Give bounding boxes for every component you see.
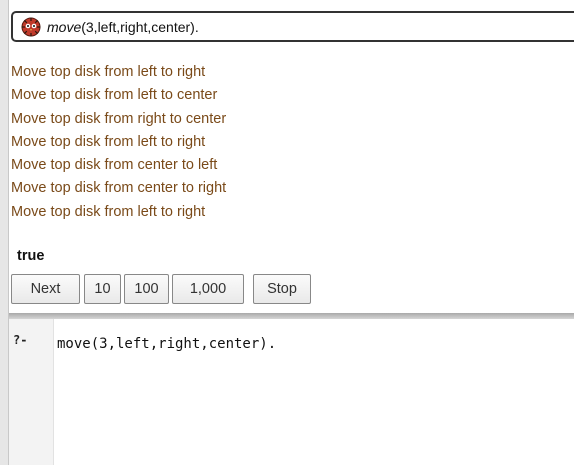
answer-line: Move top disk from left to right	[11, 203, 206, 220]
swish-runner: move(3,left,right,center). Move top disk…	[0, 0, 574, 465]
solution-controls: Next 10 100 1,000 Stop	[11, 274, 311, 304]
next-100-button[interactable]: 100	[124, 274, 169, 304]
result-true: true	[17, 248, 45, 264]
answer-line: Move top disk from left to right	[11, 64, 206, 80]
query-header[interactable]: move(3,left,right,center).	[11, 11, 574, 42]
next-10-button[interactable]: 10	[84, 274, 121, 304]
answer-line: Move top disk from center to left	[11, 157, 218, 174]
query-text: move(3,left,right,center).	[47, 19, 199, 35]
answer-line: Move top disk from left to center	[11, 87, 218, 104]
answer-list: Move top disk from left to right Move to…	[11, 61, 226, 224]
stop-button[interactable]: Stop	[253, 274, 311, 304]
answer-line: Move top disk from left to right	[11, 133, 206, 150]
next-1000-button[interactable]: 1,000	[172, 274, 244, 304]
next-button[interactable]: Next	[11, 274, 80, 304]
query-predicate: move	[47, 18, 82, 35]
answer-line: Move top disk from center to right	[11, 180, 227, 197]
swi-prolog-owl-icon	[21, 17, 41, 37]
query-input[interactable]: move(3,left,right,center).	[57, 336, 567, 358]
query-args: (3,left,right,center).	[81, 18, 199, 35]
left-gutter	[0, 0, 9, 465]
query-prompt: ?-	[13, 333, 28, 347]
answer-line: Move top disk from right to center	[11, 110, 227, 127]
